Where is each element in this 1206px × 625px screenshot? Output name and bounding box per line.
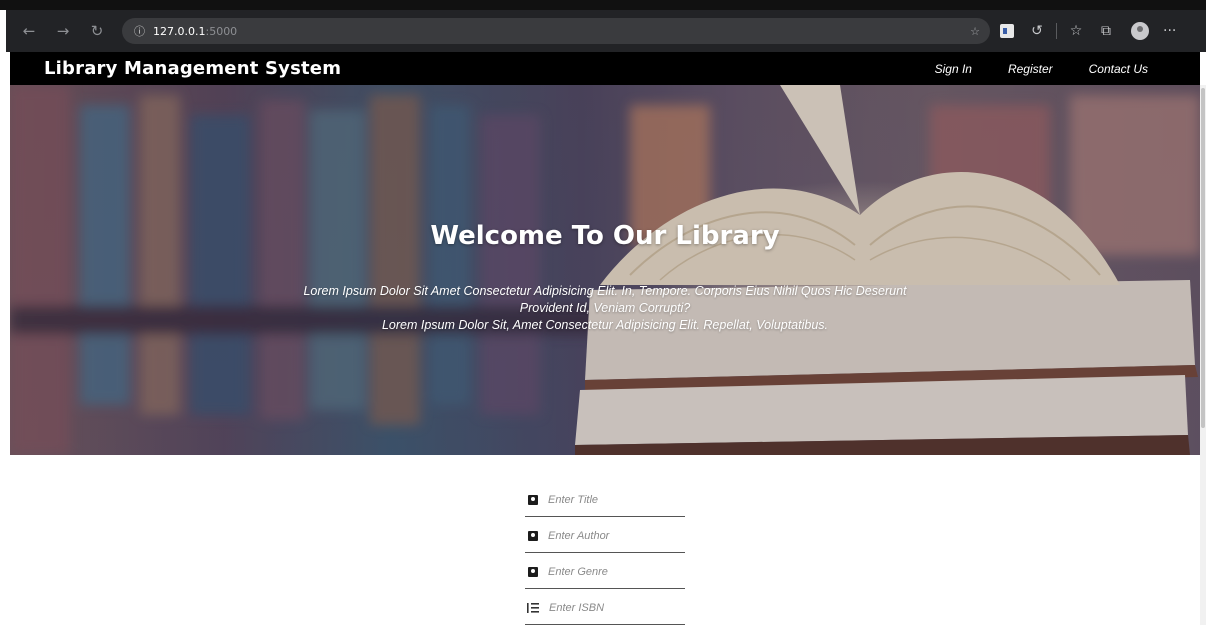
hero-text-line-2: Provident Id, Veniam Corrupti?	[519, 301, 691, 315]
hero-banner: Welcome To Our Library Lorem Ipsum Dolor…	[10, 85, 1200, 455]
more-icon[interactable]: ···	[1163, 23, 1176, 39]
hero-description: Lorem Ipsum Dolor Sit Amet Consectetur A…	[190, 283, 1020, 334]
site-brand[interactable]: Library Management System	[44, 58, 341, 79]
nav-links: Sign In Register Contact Us	[899, 62, 1148, 76]
hero-title: Welcome To Our Library	[430, 221, 780, 251]
site-navbar: Library Management System Sign In Regist…	[10, 52, 1200, 85]
genre-input[interactable]	[548, 566, 678, 578]
nav-link-sign-in[interactable]: Sign In	[935, 62, 972, 76]
list-icon	[527, 603, 539, 613]
toolbar-separator	[1056, 23, 1057, 39]
reload-icon[interactable]: ↻	[80, 14, 114, 48]
isbn-field-row	[525, 592, 685, 625]
nav-link-contact-us[interactable]: Contact Us	[1089, 62, 1148, 76]
arrow-right-icon[interactable]: →	[46, 14, 80, 48]
address-bar[interactable]: ⓘ 127.0.0.1 :5000 ☆	[122, 18, 990, 44]
book-form	[525, 484, 685, 625]
person-icon	[528, 495, 538, 505]
person-icon	[528, 567, 538, 577]
window-top-edge	[0, 0, 1206, 10]
browser-toolbar: ← → ↻ ⓘ 127.0.0.1 :5000 ☆ ↺ ☆ ⧉ ···	[6, 10, 1206, 52]
author-input[interactable]	[548, 530, 678, 542]
read-aloud-icon[interactable]: ☆	[970, 25, 980, 38]
collections-icon[interactable]: ⧉	[1091, 23, 1121, 39]
hero-text-line-1: Lorem Ipsum Dolor Sit Amet Consectetur A…	[303, 284, 907, 298]
hero-text-line-3: Lorem Ipsum Dolor Sit, Amet Consectetur …	[381, 318, 829, 332]
scrollbar-thumb[interactable]	[1201, 88, 1205, 428]
arrow-left-icon[interactable]: ←	[12, 14, 46, 48]
hero-overlay	[10, 85, 1200, 455]
extension-icon[interactable]	[1000, 24, 1014, 38]
info-icon[interactable]: ⓘ	[134, 23, 145, 39]
author-field-row	[525, 520, 685, 553]
genre-field-row	[525, 556, 685, 589]
url-host: 127.0.0.1	[153, 24, 206, 38]
favorites-icon[interactable]: ☆	[1061, 23, 1091, 39]
person-icon	[528, 531, 538, 541]
nav-link-register[interactable]: Register	[1008, 62, 1053, 76]
url-port: :5000	[205, 24, 238, 38]
title-field-row	[525, 484, 685, 517]
profile-icon[interactable]	[1131, 22, 1149, 40]
title-input[interactable]	[548, 494, 678, 506]
isbn-input[interactable]	[549, 602, 679, 614]
sync-icon[interactable]: ↺	[1022, 23, 1052, 39]
